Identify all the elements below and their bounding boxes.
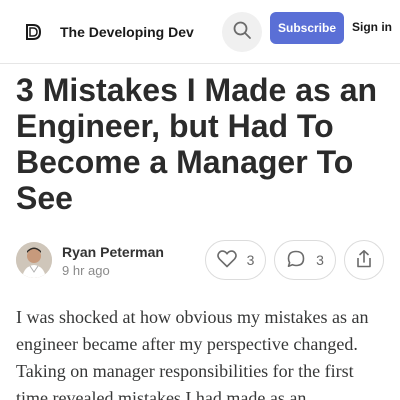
comment-button[interactable]: 3 bbox=[274, 240, 336, 280]
author-avatar[interactable] bbox=[16, 242, 52, 278]
publication-name[interactable]: The Developing Dev bbox=[60, 24, 194, 40]
post-timestamp: 9 hr ago bbox=[62, 263, 110, 278]
sign-in-link[interactable]: Sign in bbox=[352, 20, 392, 34]
author-name[interactable]: Ryan Peterman bbox=[62, 244, 164, 260]
share-button[interactable] bbox=[344, 240, 384, 280]
search-button[interactable] bbox=[222, 12, 262, 52]
heart-icon bbox=[216, 249, 237, 271]
search-icon bbox=[232, 20, 252, 45]
share-icon bbox=[355, 249, 373, 272]
like-count: 3 bbox=[246, 252, 255, 268]
top-navigation-bar: The Developing Dev Subscribe Sign in bbox=[0, 0, 400, 64]
post-body-text: I was shocked at how obvious my mistakes… bbox=[16, 307, 369, 400]
comment-icon bbox=[286, 249, 306, 272]
publication-logo-icon[interactable] bbox=[22, 21, 44, 43]
comment-count: 3 bbox=[316, 252, 324, 268]
subscribe-button[interactable]: Subscribe bbox=[270, 12, 344, 44]
like-button[interactable]: 3 bbox=[205, 240, 266, 280]
post-title: 3 Mistakes I Made as an Engineer, but Ha… bbox=[16, 72, 378, 216]
